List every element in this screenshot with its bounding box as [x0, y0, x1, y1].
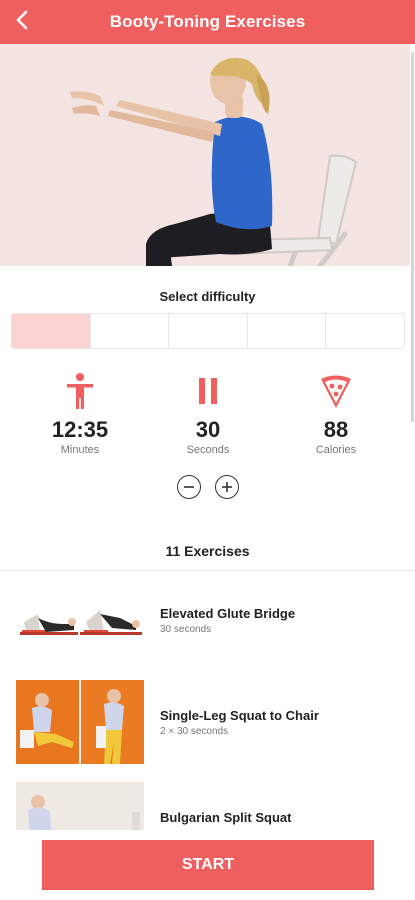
exercise-item-single-leg-squat[interactable]: Single-Leg Squat to Chair 2 × 30 seconds [16, 680, 406, 764]
start-button[interactable]: START [42, 840, 374, 890]
person-icon [20, 372, 140, 410]
decrease-button[interactable] [176, 475, 201, 499]
workout-stats: 12:35 Minutes 30 Seconds 88 Calories [0, 372, 415, 462]
stat-calories: 88 Calories [276, 372, 396, 456]
difficulty-label: Select difficulty [159, 289, 256, 304]
difficulty-level-1[interactable] [12, 314, 91, 348]
total-time-value: 12:35 [51, 417, 109, 442]
top-app-bar: Booty-Toning Exercises [0, 0, 415, 44]
chevron-left-icon [13, 10, 31, 35]
scrollbar[interactable] [411, 52, 414, 422]
plus-circle-icon [221, 479, 233, 496]
exercise-name: Single-Leg Squat to Chair [160, 708, 319, 723]
stat-rest: 30 Seconds [148, 372, 268, 456]
exercise-name: Bulgarian Split Squat [160, 810, 292, 825]
calories-value: 88 [323, 417, 349, 442]
exercises-count: 11 Exercises [165, 543, 250, 559]
rest-value: 30 [195, 417, 221, 442]
exercise-thumbnail [16, 594, 144, 678]
back-button[interactable] [6, 6, 38, 38]
total-time-unit: Minutes [60, 444, 100, 456]
difficulty-level-5[interactable] [326, 314, 404, 348]
difficulty-selector [11, 313, 405, 349]
exercise-text: Elevated Glute Bridge 30 seconds [160, 606, 295, 635]
exercise-item-elevated-glute-bridge[interactable]: Elevated Glute Bridge 30 seconds [16, 594, 406, 678]
increase-button[interactable] [214, 475, 239, 499]
exercise-duration: 2 × 30 seconds [160, 726, 229, 737]
divider [0, 570, 415, 571]
exercise-thumbnail [16, 680, 144, 764]
duration-steppers [0, 475, 415, 499]
difficulty-level-2[interactable] [90, 314, 170, 348]
pause-icon [148, 372, 268, 410]
calories-unit: Calories [315, 444, 357, 456]
minus-circle-icon [183, 479, 195, 496]
difficulty-level-4[interactable] [247, 314, 327, 348]
difficulty-level-3[interactable] [169, 314, 248, 348]
exercise-text: Single-Leg Squat to Chair 2 × 30 seconds [160, 708, 319, 737]
exercise-hero-image [0, 44, 410, 266]
page-title: Booty-Toning Exercises [109, 12, 306, 31]
pizza-slice-icon [276, 372, 396, 410]
exercise-duration: 30 seconds [160, 624, 212, 635]
exercise-name: Elevated Glute Bridge [160, 606, 296, 621]
exercise-text: Bulgarian Split Squat [160, 810, 291, 828]
stat-time: 12:35 Minutes [20, 372, 140, 456]
rest-unit: Seconds [186, 444, 230, 456]
